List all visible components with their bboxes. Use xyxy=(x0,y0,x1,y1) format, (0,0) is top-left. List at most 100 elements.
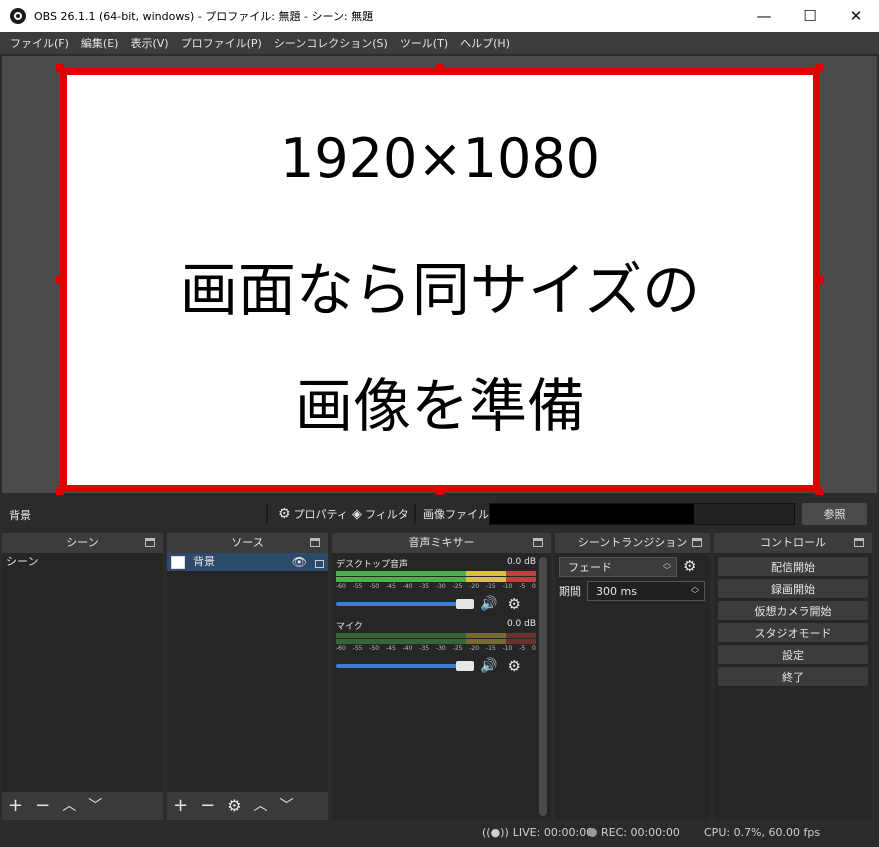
filters-button[interactable]: ◈ フィルタ xyxy=(352,506,409,522)
remove-icon[interactable]: − xyxy=(200,797,215,815)
gear-icon[interactable]: ⚙ xyxy=(683,557,696,575)
move-down-icon[interactable]: ﹀ xyxy=(88,797,102,815)
undock-icon[interactable] xyxy=(533,538,543,547)
transitions-title: シーントランジション xyxy=(577,536,688,549)
volume-slider-thumb[interactable] xyxy=(456,661,474,671)
undock-icon[interactable] xyxy=(145,538,155,547)
start-virtual-camera-button[interactable]: 仮想カメラ開始 xyxy=(718,601,868,620)
source-item[interactable]: 背景 👁 xyxy=(167,553,328,571)
speaker-icon[interactable]: 🔊 xyxy=(480,658,497,674)
add-icon[interactable]: + xyxy=(173,797,188,815)
studio-mode-button[interactable]: スタジオモード xyxy=(718,623,868,642)
menu-view[interactable]: 表示(V) xyxy=(124,35,174,51)
scene-transitions-dock: シーントランジション フェード ︿ ﹀ ⚙ 期間 300 ms ︿ ﹀ xyxy=(555,533,710,820)
duration-value: 300 ms xyxy=(596,584,637,598)
resize-handle[interactable] xyxy=(815,64,823,72)
resize-handle[interactable] xyxy=(815,487,823,495)
sources-toolbar: + − ⚙ ︿ ﹀ xyxy=(167,792,328,820)
image-file-path-field[interactable] xyxy=(489,503,795,525)
volume-slider-thumb[interactable] xyxy=(456,599,474,609)
filters-label: フィルタ xyxy=(365,508,409,521)
cpu-status: CPU: 0.7%, 60.00 fps xyxy=(704,826,821,839)
menu-help[interactable]: ヘルプ(H) xyxy=(454,35,516,51)
start-recording-button[interactable]: 録画開始 xyxy=(718,579,868,598)
close-button[interactable]: ✕ xyxy=(833,0,879,32)
resize-handle[interactable] xyxy=(436,64,444,72)
obs-logo-icon xyxy=(10,8,26,24)
resize-handle[interactable] xyxy=(56,487,64,495)
remove-icon[interactable]: − xyxy=(35,797,50,815)
menu-file[interactable]: ファイル(F) xyxy=(4,35,75,51)
resize-handle[interactable] xyxy=(56,276,64,284)
filter-icon: ◈ xyxy=(352,506,362,522)
scenes-toolbar: + − ︿ ﹀ xyxy=(2,792,163,820)
channel-db: 0.0 dB xyxy=(506,557,536,567)
menu-profile[interactable]: プロファイル(P) xyxy=(175,35,268,51)
gear-icon[interactable]: ⚙ xyxy=(507,657,520,675)
gear-icon: ⚙ xyxy=(278,506,291,522)
move-up-icon[interactable]: ︿ xyxy=(254,797,268,815)
move-up-icon[interactable]: ︿ xyxy=(62,797,76,815)
menu-edit[interactable]: 編集(E) xyxy=(75,35,125,51)
menu-scene-collection[interactable]: シーンコレクション(S) xyxy=(268,35,394,51)
sources-title: ソース xyxy=(231,536,264,549)
image-source-icon xyxy=(171,555,185,569)
preview-text-line3: 画像を準備 xyxy=(294,372,585,440)
resize-handle[interactable] xyxy=(436,487,444,495)
add-icon[interactable]: + xyxy=(8,797,23,815)
duration-spinbox[interactable]: 300 ms ︿ ﹀ xyxy=(587,581,705,601)
maximize-button[interactable]: ☐ xyxy=(787,0,833,32)
mixer-body: デスクトップ音声 0.0 dB -60 -55 -50 -45 -40 -35 -30 -25… xyxy=(332,553,551,820)
volume-meter xyxy=(336,639,536,644)
volume-slider[interactable] xyxy=(336,661,474,671)
move-down-icon[interactable]: ﹀ xyxy=(280,797,294,815)
start-streaming-button[interactable]: 配信開始 xyxy=(718,557,868,576)
gear-icon[interactable]: ⚙ xyxy=(507,595,520,613)
source-toolbar: 背景 ⚙ プロパティ ◈ フィルタ 画像ファイル 参照 xyxy=(0,499,879,529)
menu-tools[interactable]: ツール(T) xyxy=(394,35,454,51)
preview-canvas[interactable]: 1920×1080 画面なら同サイズの 画像を準備 xyxy=(60,68,820,492)
undock-icon[interactable] xyxy=(854,538,864,547)
record-dot-icon xyxy=(588,828,597,837)
channel-db: 0.0 dB xyxy=(506,619,536,629)
scenes-dock-title: シーン xyxy=(2,533,163,553)
properties-label: プロパティ xyxy=(293,508,348,521)
preview-area[interactable]: 1920×1080 画面なら同サイズの 画像を準備 xyxy=(0,54,879,495)
volume-meter xyxy=(336,571,536,576)
resize-handle[interactable] xyxy=(815,276,823,284)
scenes-list[interactable]: シーン + − ︿ ﹀ xyxy=(2,553,163,820)
transition-select[interactable]: フェード ︿ ﹀ xyxy=(559,557,677,577)
exit-button[interactable]: 終了 xyxy=(718,667,868,686)
window-controls: — ☐ ✕ xyxy=(741,0,879,32)
window-title: OBS 26.1.1 (64-bit, windows) - プロファイル: 無… xyxy=(34,10,374,23)
undock-icon[interactable] xyxy=(692,538,702,547)
resize-handle[interactable] xyxy=(56,64,64,72)
broadcast-icon: ((●)) xyxy=(482,826,509,839)
scenes-title: シーン xyxy=(66,536,99,549)
sources-dock: ソース 背景 👁 + − ⚙ ︿ ﹀ xyxy=(167,533,328,820)
chevron-updown-icon: ︿ ﹀ xyxy=(663,558,671,575)
minimize-button[interactable]: — xyxy=(741,0,787,32)
transition-type: フェード xyxy=(568,561,612,574)
source-item-label: 背景 xyxy=(193,555,215,568)
unlock-icon[interactable] xyxy=(315,560,324,568)
spin-arrows-icon[interactable]: ︿ ﹀ xyxy=(688,583,702,599)
properties-button[interactable]: ⚙ プロパティ xyxy=(278,506,348,522)
scene-item[interactable]: シーン xyxy=(2,553,163,571)
mixer-scrollbar[interactable] xyxy=(539,557,547,816)
browse-button[interactable]: 参照 xyxy=(802,503,867,525)
field-highlight xyxy=(694,504,794,524)
meter-ticks: -60 -55 -50 -45 -40 -35 -30 -25 -20 -15 -10 -5 0 xyxy=(336,583,536,590)
undock-icon[interactable] xyxy=(310,538,320,547)
gear-icon[interactable]: ⚙ xyxy=(227,797,241,815)
sources-list[interactable]: 背景 👁 + − ⚙ ︿ ﹀ xyxy=(167,553,328,820)
settings-button[interactable]: 設定 xyxy=(718,645,868,664)
volume-slider[interactable] xyxy=(336,599,474,609)
eye-icon[interactable]: 👁 xyxy=(292,553,307,571)
speaker-icon[interactable]: 🔊 xyxy=(480,596,497,612)
transitions-dock-title: シーントランジション xyxy=(555,533,710,553)
live-status: ((●)) LIVE: 00:00:00 xyxy=(482,826,593,839)
controls-body: 配信開始 録画開始 仮想カメラ開始 スタジオモード 設定 終了 xyxy=(714,553,872,820)
mixer-channel-desktop: デスクトップ音声 0.0 dB -60 -55 -50 -45 -40 -35 -30 -25… xyxy=(336,557,536,613)
title-bar: OBS 26.1.1 (64-bit, windows) - プロファイル: 無… xyxy=(0,0,879,32)
